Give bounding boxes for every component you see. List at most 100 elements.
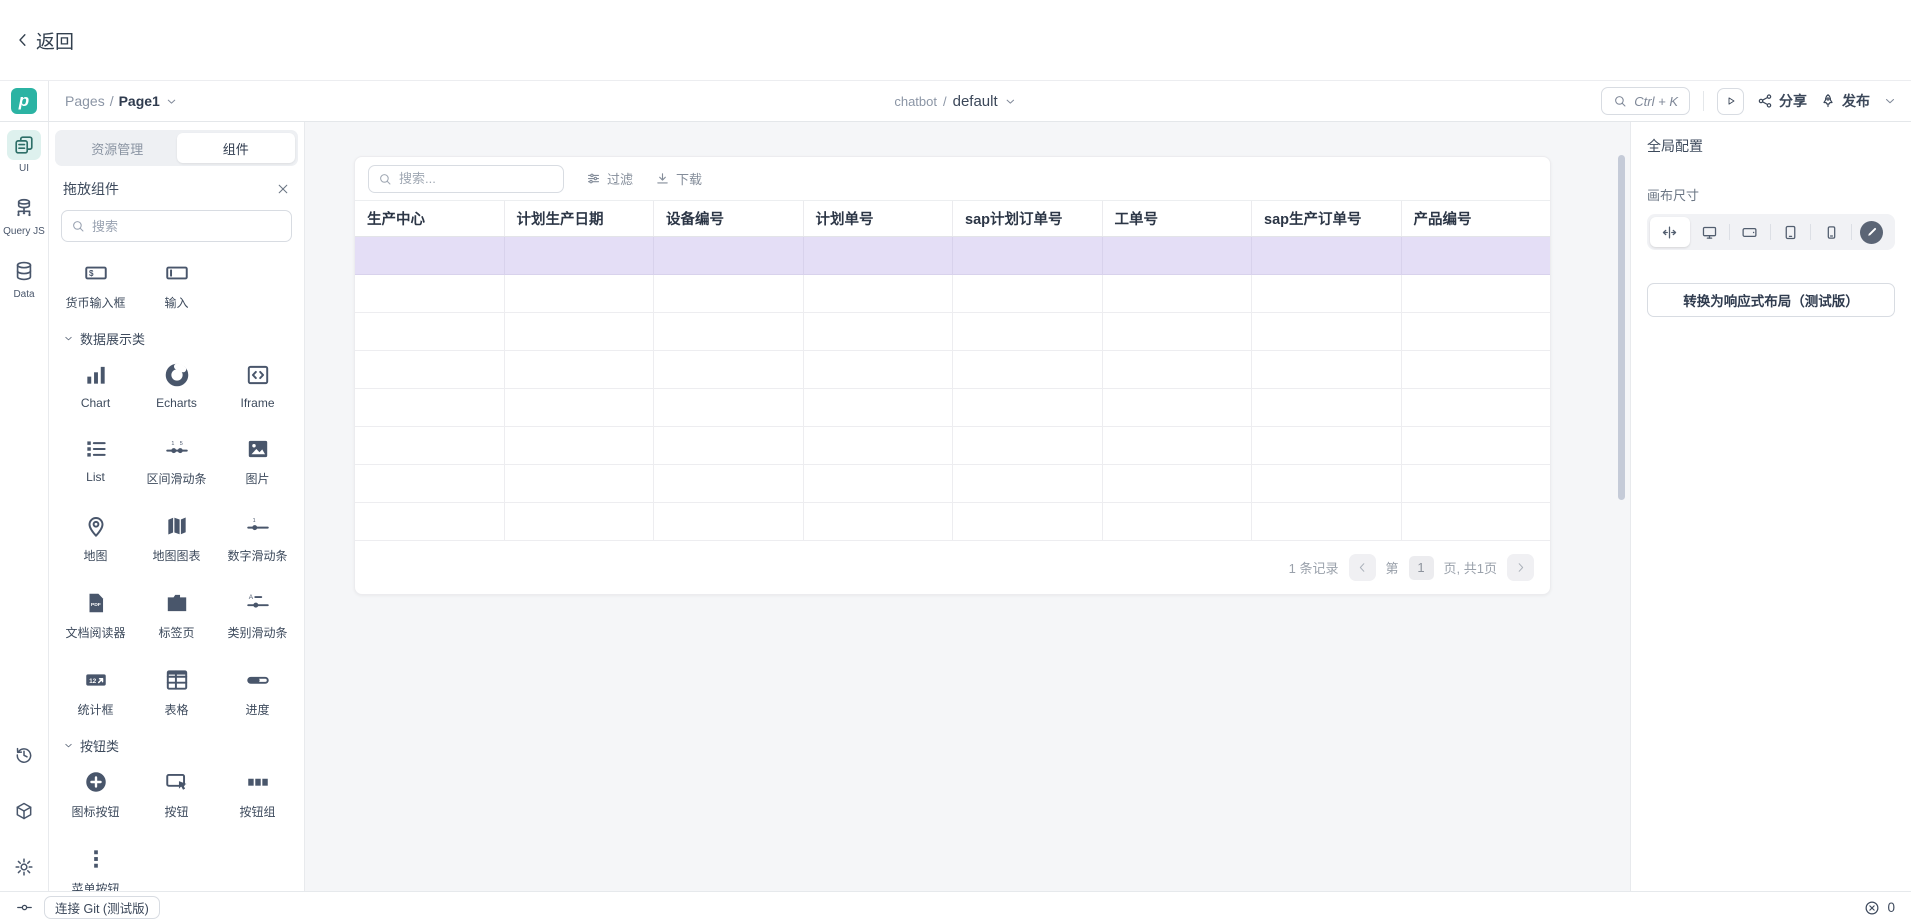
table-row[interactable] <box>355 351 1550 389</box>
table-cell[interactable] <box>355 503 505 540</box>
rail-item-ui[interactable]: UI <box>7 130 41 174</box>
component-map-pin[interactable]: 地图 <box>55 513 136 564</box>
modules-button[interactable] <box>14 801 34 821</box>
table-cell[interactable] <box>1402 427 1551 464</box>
table-cell[interactable] <box>1252 275 1402 312</box>
component-stat[interactable]: 12统计框 <box>55 667 136 718</box>
table-cell[interactable] <box>953 503 1103 540</box>
download-button[interactable]: 下载 <box>655 169 702 188</box>
table-cell[interactable] <box>804 275 954 312</box>
table-cell[interactable] <box>804 389 954 426</box>
table-column-header[interactable]: 生产中心 <box>355 201 505 236</box>
table-cell[interactable] <box>505 389 655 426</box>
canvas-size-tablet[interactable] <box>1771 217 1811 247</box>
table-cell[interactable] <box>804 427 954 464</box>
table-cell[interactable] <box>355 351 505 388</box>
table-cell[interactable] <box>953 389 1103 426</box>
table-cell[interactable] <box>1402 313 1551 350</box>
table-cell[interactable] <box>1402 237 1551 274</box>
table-cell[interactable] <box>953 427 1103 464</box>
table-column-header[interactable]: 计划生产日期 <box>505 201 655 236</box>
table-cell[interactable] <box>654 465 804 502</box>
table-cell[interactable] <box>355 427 505 464</box>
component-section-header[interactable]: 数据展示类 <box>55 317 298 352</box>
component-chart[interactable]: Chart <box>55 362 136 410</box>
next-page-button[interactable] <box>1507 554 1534 581</box>
table-cell[interactable] <box>505 427 655 464</box>
table-column-header[interactable]: 计划单号 <box>804 201 954 236</box>
connect-git-button[interactable]: 连接 Git (测试版) <box>44 896 160 919</box>
error-indicator[interactable]: 0 <box>1864 900 1895 916</box>
canvas-scrollbar[interactable] <box>1618 155 1625 500</box>
table-cell[interactable] <box>1103 351 1253 388</box>
component-image[interactable]: 图片 <box>217 436 298 487</box>
table-cell[interactable] <box>505 313 655 350</box>
table-cell[interactable] <box>953 237 1103 274</box>
page-number-input[interactable]: 1 <box>1409 556 1434 580</box>
table-column-header[interactable]: 设备编号 <box>654 201 804 236</box>
table-cell[interactable] <box>505 237 655 274</box>
canvas-size-phone[interactable] <box>1811 217 1851 247</box>
component-iframe[interactable]: Iframe <box>217 362 298 410</box>
table-column-header[interactable]: 产品编号 <box>1402 201 1551 236</box>
table-widget[interactable]: 过滤 下载 生产中心计划生产日期设备编号计划单号sap计划订单号工单号sap生产… <box>354 156 1551 595</box>
share-button[interactable]: 分享 <box>1757 91 1807 111</box>
canvas-size-desktop[interactable] <box>1690 217 1730 247</box>
table-cell[interactable] <box>804 465 954 502</box>
app-logo[interactable]: p <box>11 88 37 114</box>
table-cell[interactable] <box>654 237 804 274</box>
rail-item-data[interactable]: Data <box>7 256 41 300</box>
table-cell[interactable] <box>654 351 804 388</box>
table-cell[interactable] <box>1103 275 1253 312</box>
canvas-size-fit-width[interactable] <box>1650 217 1690 247</box>
tab-resources[interactable]: 资源管理 <box>58 133 177 163</box>
table-row[interactable] <box>355 503 1550 541</box>
table-cell[interactable] <box>953 313 1103 350</box>
table-cell[interactable] <box>505 275 655 312</box>
rail-item-queryjs[interactable]: Query JS <box>3 193 45 237</box>
settings-button[interactable] <box>14 857 34 877</box>
table-cell[interactable] <box>1252 351 1402 388</box>
table-cell[interactable] <box>1103 313 1253 350</box>
table-cell[interactable] <box>1103 465 1253 502</box>
table-cell[interactable] <box>1402 465 1551 502</box>
component-search-input[interactable] <box>92 219 282 234</box>
table-cell[interactable] <box>1252 313 1402 350</box>
component-currency-input[interactable]: $货币输入框 <box>55 260 136 311</box>
table-cell[interactable] <box>355 237 505 274</box>
component-range-slider[interactable]: 15区间滑动条 <box>136 436 217 487</box>
table-cell[interactable] <box>355 275 505 312</box>
table-column-header[interactable]: 工单号 <box>1103 201 1253 236</box>
canvas[interactable]: 过滤 下载 生产中心计划生产日期设备编号计划单号sap计划订单号工单号sap生产… <box>305 122 1630 891</box>
publish-menu-chevron-icon[interactable] <box>1883 94 1897 108</box>
publish-button[interactable]: 发布 <box>1820 91 1870 111</box>
table-row[interactable] <box>355 313 1550 351</box>
history-button[interactable] <box>14 745 34 765</box>
component-input[interactable]: 输入 <box>136 260 217 311</box>
table-cell[interactable] <box>1252 427 1402 464</box>
table-cell[interactable] <box>804 237 954 274</box>
table-row[interactable] <box>355 427 1550 465</box>
table-cell[interactable] <box>654 389 804 426</box>
table-cell[interactable] <box>1402 275 1551 312</box>
component-number-slider[interactable]: 1数字滑动条 <box>217 513 298 564</box>
component-menu-button[interactable]: 菜单按钮 <box>55 846 136 891</box>
component-echarts[interactable]: Echarts <box>136 362 217 410</box>
filter-button[interactable]: 过滤 <box>586 169 633 188</box>
table-cell[interactable] <box>1103 503 1253 540</box>
back-button[interactable]: 返回 <box>14 27 74 54</box>
component-map-chart[interactable]: 地图图表 <box>136 513 217 564</box>
table-cell[interactable] <box>505 503 655 540</box>
app-switcher[interactable]: chatbot / default <box>894 93 1016 110</box>
table-row[interactable] <box>355 275 1550 313</box>
table-cell[interactable] <box>1252 465 1402 502</box>
tab-components[interactable]: 组件 <box>177 133 296 163</box>
component-progress[interactable]: 进度 <box>217 667 298 718</box>
table-column-header[interactable]: sap生产订单号 <box>1252 201 1402 236</box>
table-cell[interactable] <box>1252 237 1402 274</box>
table-row[interactable] <box>355 389 1550 427</box>
close-icon[interactable] <box>276 182 290 196</box>
table-cell[interactable] <box>355 389 505 426</box>
table-cell[interactable] <box>1252 503 1402 540</box>
table-search-input[interactable] <box>399 171 554 186</box>
